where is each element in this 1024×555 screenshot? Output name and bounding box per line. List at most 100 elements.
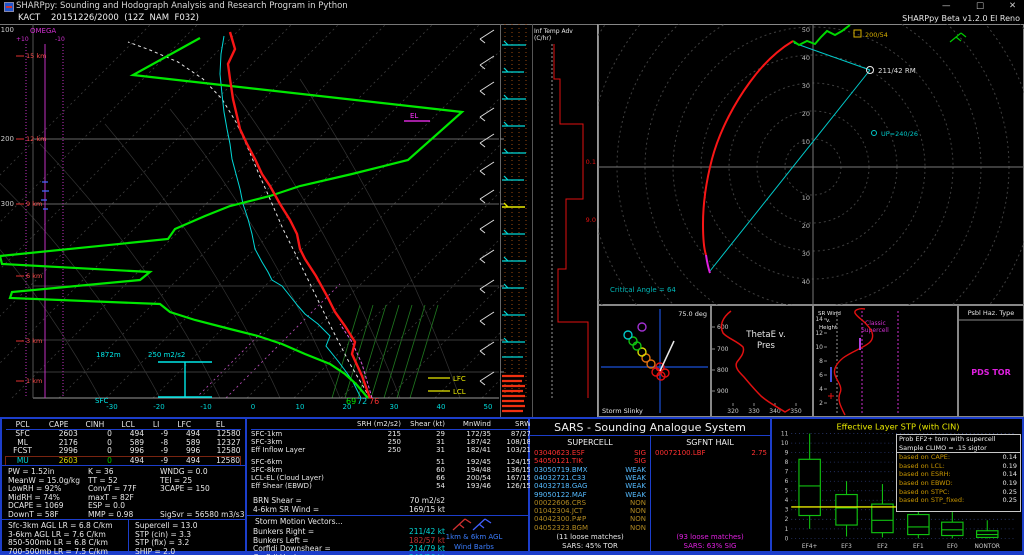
thetae-x-labels: 320 330 340 350 <box>727 403 802 415</box>
svg-text:9: 9 <box>785 451 789 457</box>
parcel-row-sfc[interactable]: SFC2603 0494 -9494 12580 <box>6 430 241 439</box>
maximize-button[interactable]: □ <box>976 1 984 11</box>
sars-match-row[interactable]: 04052323.BGMNON <box>530 524 650 532</box>
svg-text:15 km: 15 km <box>26 52 46 60</box>
svg-text:350: 350 <box>790 408 802 415</box>
svg-text:6 km: 6 km <box>26 272 42 280</box>
thetae-panel[interactable]: 600 700 800 900 320 330 340 350 ThetaE v… <box>711 305 813 417</box>
thetae-profile <box>721 311 790 412</box>
svg-text:LFC: LFC <box>453 375 466 383</box>
svg-text:900: 900 <box>717 388 729 395</box>
minimize-button[interactable]: — <box>942 1 951 11</box>
inflow-layer-barbs <box>502 376 525 411</box>
sars-panel: SARS - Sounding Analogue System SUPERCEL… <box>530 419 770 551</box>
sharppy-window: SHARPpy: Sounding and Hodograph Analysis… <box>0 0 1024 555</box>
svg-text:LCL: LCL <box>453 388 466 396</box>
svg-text:EF3: EF3 <box>841 544 852 550</box>
temp-adv-value-mid: 0.1 <box>586 158 596 166</box>
thetae-title-line1: ThetaE v. <box>745 330 786 340</box>
storm-slinky-panel[interactable]: 75.0 deg Storm Slinky <box>598 305 711 417</box>
svg-text:320: 320 <box>727 408 739 415</box>
skewt-background-lines <box>0 24 500 398</box>
kinematics-panel: SRH (m2/s2) Shear (kt) MnWind SRW SFC-1k… <box>247 419 528 551</box>
svg-text:2: 2 <box>819 400 823 407</box>
prob-header-2: Sample CLIMO = .15 sigtor <box>897 444 1020 454</box>
svg-text:-30: -30 <box>106 403 117 411</box>
hodograph-ring-labels: 10 20 30 40 50 10 20 30 40 <box>802 26 810 286</box>
barb-caption-line1: 1km & 6km AGL <box>429 533 519 541</box>
sars-match-row[interactable]: 04042300.P#PNON <box>530 515 650 523</box>
sars-match-row[interactable]: 04032718.GAGWEAK <box>530 482 650 490</box>
window-title: SHARPpy: Sounding and Hodograph Analysis… <box>16 1 348 11</box>
index-downt: DownT = 58F <box>8 511 59 520</box>
svg-text:30: 30 <box>802 250 810 258</box>
classic-label-line2: Supercell <box>861 327 889 334</box>
kin-row-sfc-8km: SFC-8km 60194/48 136/15 <box>251 466 531 474</box>
svg-text:50: 50 <box>802 26 810 34</box>
svg-text:EF2: EF2 <box>877 544 888 550</box>
bottom-inset-section: PCLCAPE CINHLCL LILFC EL SFC2603 0494 -9… <box>0 417 1024 555</box>
sars-match-row[interactable]: 54050121.TIKSIG <box>530 457 650 465</box>
svg-text:EF0: EF0 <box>947 544 958 550</box>
svg-text:40: 40 <box>802 278 810 286</box>
svg-text:-20: -20 <box>153 403 164 411</box>
stp-chart-title: Effective Layer STP (with CIN) <box>836 422 959 432</box>
svg-text:11: 11 <box>781 432 789 438</box>
temp-axis-labels: -30 -20 -10 0 10 20 30 40 50 <box>106 403 492 411</box>
sars-hail-count: (93 loose matches) <box>651 533 769 541</box>
sars-supercell-result: SARS: 45% TOR <box>531 542 649 550</box>
pressure-axis-labels: 100 200 300 <box>1 26 14 208</box>
hodograph-panel[interactable]: 10 20 30 40 50 10 20 30 40 211/42 RM UP=… <box>598 24 1024 305</box>
sr-wind-panel[interactable]: SR Wind v. Height 14 12 10 8 6 4 2 Class… <box>813 305 958 417</box>
critical-angle-lines <box>710 43 870 271</box>
thetae-y-labels: 600 700 800 900 <box>712 324 729 395</box>
slinky-trajectory <box>624 323 674 380</box>
skewt-panel[interactable]: OMEGA +10 -10 100 200 300 15 km 12 km 9 … <box>0 24 500 417</box>
close-button[interactable]: ✕ <box>1009 1 1016 11</box>
svg-text:0: 0 <box>251 403 255 411</box>
temp-adv-units: (C/hr) <box>534 35 551 42</box>
prob-row: based on ESRH:0.14 <box>897 470 1020 479</box>
svg-text:NONTOR: NONTOR <box>975 544 1000 550</box>
height-axis-labels: 15 km 12 km 9 km 6 km 3 km 1 km <box>16 52 46 385</box>
critical-angle-label: Critical Angle = 64 <box>610 286 676 294</box>
svg-text:1 km: 1 km <box>26 377 42 385</box>
svg-text:12 km: 12 km <box>26 135 46 143</box>
sars-match-row[interactable]: 03050719.BMXWEAK <box>530 466 650 474</box>
temp-advection-strip[interactable]: Inf Temp Adv (C/hr) 0.1 9.0 <box>500 24 598 417</box>
svg-text:9 km: 9 km <box>26 200 42 208</box>
sounding-id-text: KACT 20151226/2000 (12Z NAM F032) <box>18 13 199 23</box>
index-3cape: 3CAPE = 150 <box>160 485 210 494</box>
sr-wind-profile <box>834 309 872 415</box>
prob-header-1: Prob EF2+ torn with supercell <box>897 435 1020 444</box>
svg-text:20: 20 <box>802 110 810 118</box>
surface-wetbulb-value: 72 <box>357 397 367 406</box>
sars-hail-match-row[interactable]: 00072100.LBF2.75 <box>651 449 771 457</box>
sars-hail-header: SGFNT HAIL <box>651 438 769 447</box>
svg-text:4: 4 <box>785 498 789 504</box>
sars-match-row[interactable]: 00022606.CRSNON <box>530 499 650 507</box>
svg-text:7: 7 <box>785 470 789 476</box>
sars-hail-result: SARS: 63% SIG <box>651 542 769 550</box>
svg-text:30: 30 <box>390 403 399 411</box>
svg-text:14: 14 <box>815 316 823 323</box>
parcel-row-fcst[interactable]: FCST2996 0996 -9996 12580 <box>6 447 241 456</box>
corfidi-upshear-marker: UP=240/26 <box>872 130 919 138</box>
prob-row: based on LCL:0.19 <box>897 462 1020 471</box>
sars-match-row[interactable]: 04032721.C33WEAK <box>530 474 650 482</box>
svg-text:3 km: 3 km <box>26 337 42 345</box>
sars-match-row[interactable]: 01042304.JCTNON <box>530 507 650 515</box>
storm-motion-title: Storm Motion Vectors... <box>255 518 343 527</box>
sars-match-row[interactable]: 99050122.MAFWEAK <box>530 491 650 499</box>
svg-text:-10: -10 <box>200 403 211 411</box>
lfc-marker: LFC <box>428 375 466 383</box>
wind-barb-icons <box>445 515 505 533</box>
psbl-haz-panel: Psbl Haz. Type PDS TOR <box>958 305 1024 417</box>
omega-minus-label: -10 <box>55 36 65 43</box>
temp-adv-title: Inf Temp Adv <box>534 28 573 35</box>
bunkers-right-marker[interactable]: 211/42 RM <box>867 67 916 76</box>
sr-wind-marker-cross <box>828 393 834 399</box>
parcel-row-ml[interactable]: ML2176 0589 -8589 12327 <box>6 439 241 448</box>
sars-match-row[interactable]: 03040623.ESFSIG <box>530 449 650 457</box>
parcel-table: PCLCAPE CINHLCL LILFC EL SFC2603 0494 -9… <box>5 420 241 466</box>
